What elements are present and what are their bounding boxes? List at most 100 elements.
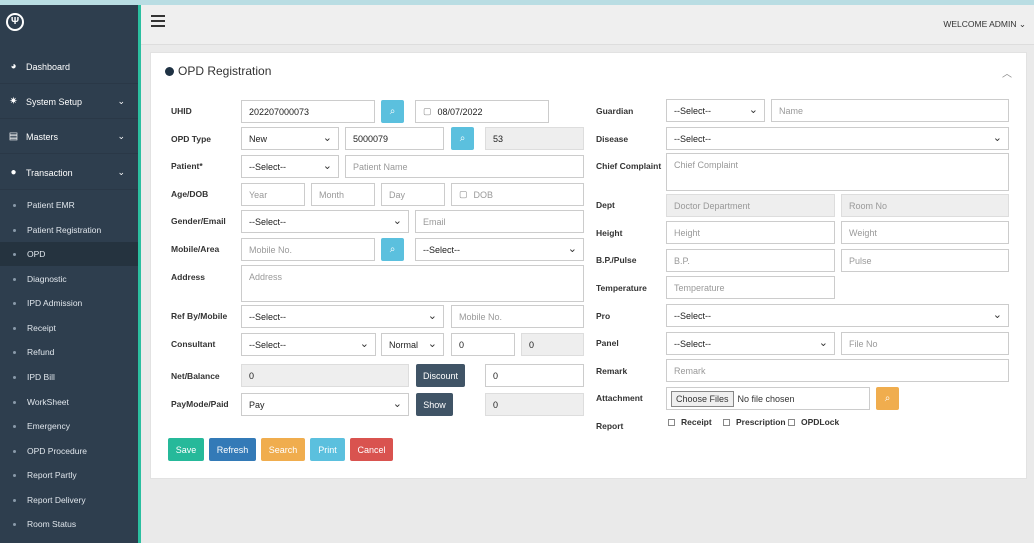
- file-no-input[interactable]: File No: [841, 332, 1009, 355]
- gender-email-label: Gender/Email: [171, 216, 226, 226]
- fee-readonly-field: 0: [521, 333, 584, 356]
- pro-select[interactable]: --Select--: [666, 304, 1009, 327]
- fee-input[interactable]: 0: [451, 333, 515, 356]
- show-button[interactable]: Show: [416, 393, 453, 416]
- sidebar-item-system-setup[interactable]: ✷ System Setup ⌄: [0, 85, 138, 119]
- date-field[interactable]: ▢ 08/07/2022: [415, 100, 549, 123]
- calendar-icon: ▢: [423, 106, 432, 116]
- pulse-input[interactable]: Pulse: [841, 249, 1009, 272]
- priority-select[interactable]: Normal: [381, 333, 444, 356]
- refresh-button[interactable]: Refresh: [209, 438, 256, 461]
- receipt-checkbox[interactable]: Receipt: [668, 417, 712, 427]
- disease-select[interactable]: --Select--: [666, 127, 1009, 150]
- sidebar-sub-room-status[interactable]: Room Status: [0, 512, 138, 536]
- sidebar-sub-diagnostic[interactable]: Diagnostic: [0, 267, 138, 291]
- opdlock-checkbox[interactable]: OPDLock: [788, 417, 839, 427]
- prescription-checkbox[interactable]: Prescription: [723, 417, 786, 427]
- refby-select[interactable]: --Select--: [241, 305, 444, 328]
- sidebar-sub-opd-procedure[interactable]: OPD Procedure: [0, 439, 138, 463]
- sidebar-sub-refund[interactable]: Refund: [0, 340, 138, 364]
- sidebar-sub-patient-registration[interactable]: Patient Registration: [0, 218, 138, 242]
- age-day-input[interactable]: Day: [381, 183, 445, 206]
- uhid-field[interactable]: 202207000073: [241, 100, 375, 123]
- address-textarea[interactable]: Address: [241, 265, 584, 302]
- department-field: Doctor Department: [666, 194, 835, 217]
- patient-name-input[interactable]: Patient Name: [345, 155, 584, 178]
- chief-complaint-textarea[interactable]: Chief Complaint: [666, 153, 1009, 191]
- search-icon: ⌕: [884, 393, 891, 404]
- cancel-button[interactable]: Cancel: [350, 438, 393, 461]
- calendar-icon: ▢: [459, 189, 468, 199]
- uhid-search-button[interactable]: ⌕: [381, 100, 404, 123]
- sidebar-sub-ipd-admission[interactable]: IPD Admission: [0, 291, 138, 315]
- area-select[interactable]: --Select--: [415, 238, 584, 261]
- guardian-select[interactable]: --Select--: [666, 99, 765, 122]
- opd-search-button[interactable]: ⌕: [451, 127, 474, 150]
- discount-input[interactable]: 0: [485, 364, 584, 387]
- opd-type-label: OPD Type: [171, 134, 211, 144]
- guardian-name-input[interactable]: Name: [771, 99, 1009, 122]
- disease-label: Disease: [596, 134, 629, 144]
- dept-label: Dept: [596, 200, 615, 210]
- bullet-icon: [13, 376, 16, 379]
- age-year-input[interactable]: Year: [241, 183, 305, 206]
- mobile-input[interactable]: Mobile No.: [241, 238, 375, 261]
- refby-mobile-label: Ref By/Mobile: [171, 311, 228, 321]
- net-balance-label: Net/Balance: [171, 371, 220, 381]
- email-input[interactable]: Email: [415, 210, 584, 233]
- sidebar-sub-ipd-bill[interactable]: IPD Bill: [0, 365, 138, 389]
- dob-input[interactable]: ▢ DOB: [451, 183, 584, 206]
- no-file-text: No file chosen: [737, 393, 795, 404]
- gender-select[interactable]: --Select--: [241, 210, 409, 233]
- patient-label: Patient*: [171, 161, 203, 171]
- print-button[interactable]: Print: [310, 438, 345, 461]
- temperature-input[interactable]: Temperature: [666, 276, 835, 299]
- sidebar-sub-emergency[interactable]: Emergency: [0, 414, 138, 438]
- opd-count-field: 53: [485, 127, 584, 150]
- save-button[interactable]: Save: [168, 438, 204, 461]
- sidebar-sub-receipt[interactable]: Receipt: [0, 316, 138, 340]
- hamburger-menu-icon[interactable]: [151, 15, 165, 29]
- sidebar-sub-opd[interactable]: OPD: [0, 242, 138, 266]
- remark-input[interactable]: Remark: [666, 359, 1009, 382]
- paid-amount-field: 0: [485, 393, 584, 416]
- chevron-up-icon[interactable]: ︿: [1002, 65, 1012, 80]
- attachment-search-button[interactable]: ⌕: [876, 387, 899, 410]
- bp-input[interactable]: B.P.: [666, 249, 835, 272]
- patient-title-select[interactable]: --Select--: [241, 155, 339, 178]
- bullet-icon: [13, 474, 16, 477]
- refby-mobile-input[interactable]: Mobile No.: [451, 305, 584, 328]
- sidebar-item-transaction[interactable]: ● Transaction ⌄: [0, 156, 138, 190]
- consultant-select[interactable]: --Select--: [241, 333, 376, 356]
- height-input[interactable]: Height: [666, 221, 835, 244]
- sidebar-item-dashboard[interactable]: ◕ Dashboard: [0, 50, 138, 84]
- opd-type-select[interactable]: New: [241, 127, 339, 150]
- sidebar-item-masters[interactable]: ▤ Masters ⌄: [0, 120, 138, 154]
- guardian-label: Guardian: [596, 106, 634, 116]
- attachment-file-input[interactable]: Choose Files No file chosen: [666, 387, 870, 410]
- mobile-search-button[interactable]: ⌕: [381, 238, 404, 261]
- search-button[interactable]: Search: [261, 438, 305, 461]
- panel-label: Panel: [596, 338, 619, 348]
- weight-input[interactable]: Weight: [841, 221, 1009, 244]
- sidebar: Ψ ◕ Dashboard ✷ System Setup ⌄ ▤ Masters…: [0, 5, 141, 543]
- chevron-down-icon: ⌄: [117, 96, 125, 106]
- consultant-label: Consultant: [171, 339, 216, 349]
- net-amount-field: 0: [241, 364, 409, 387]
- sidebar-item-label: System Setup: [26, 96, 83, 107]
- sidebar-sub-patient-emr[interactable]: Patient EMR: [0, 193, 138, 217]
- bullet-icon: [13, 204, 16, 207]
- height-label: Height: [596, 228, 623, 238]
- sidebar-sub-report-delivery[interactable]: Report Delivery: [0, 488, 138, 512]
- panel-select[interactable]: --Select--: [666, 332, 835, 355]
- age-month-input[interactable]: Month: [311, 183, 375, 206]
- search-icon: ⌕: [459, 133, 466, 144]
- user-menu[interactable]: WELCOME ADMIN ⌄: [943, 19, 1026, 30]
- choose-files-button[interactable]: Choose Files: [671, 390, 734, 407]
- sidebar-sub-worksheet[interactable]: WorkSheet: [0, 390, 138, 414]
- opd-number-field[interactable]: 5000079: [345, 127, 444, 150]
- discount-button[interactable]: Discount: [416, 364, 465, 387]
- chevron-down-icon: ⌄: [117, 131, 125, 141]
- paymode-select[interactable]: Pay: [241, 393, 409, 416]
- sidebar-sub-report-partly[interactable]: Report Partly: [0, 463, 138, 487]
